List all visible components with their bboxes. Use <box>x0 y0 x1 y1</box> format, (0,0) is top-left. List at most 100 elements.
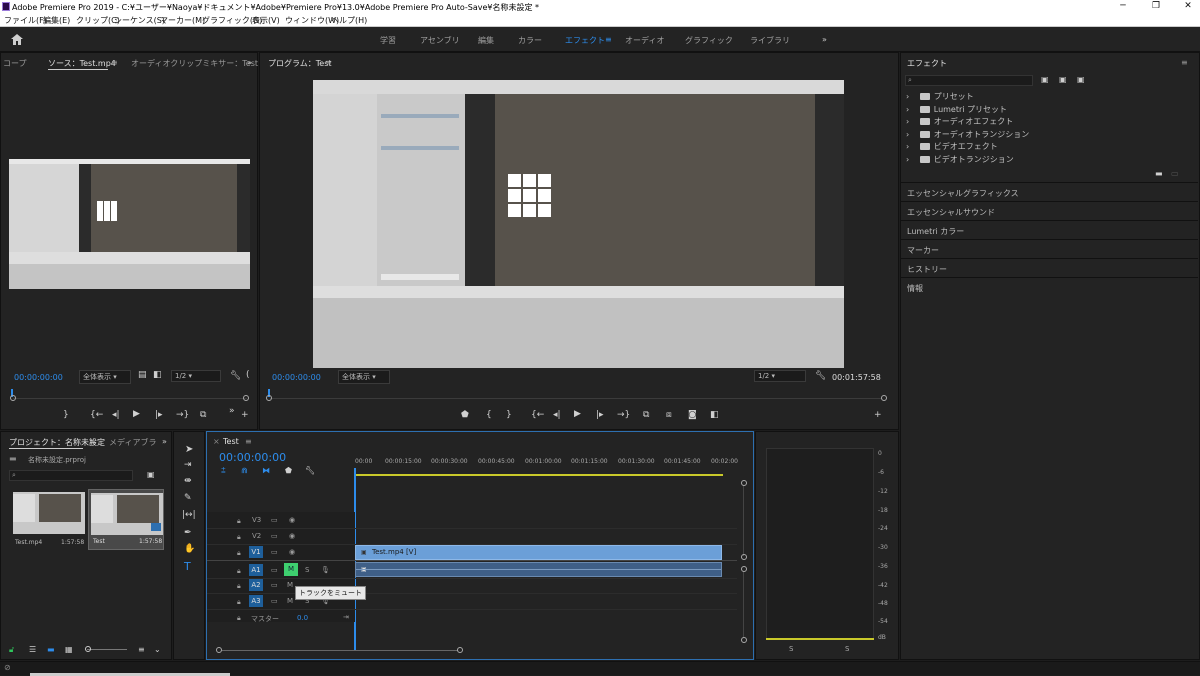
workspace-color[interactable]: カラー <box>518 35 542 46</box>
solo-left-button[interactable]: S <box>789 645 793 653</box>
tab-menu-icon[interactable]: ≡ <box>89 437 96 446</box>
track-label-v2[interactable]: V2 <box>252 532 261 540</box>
fit-icon[interactable]: ▤ <box>138 370 147 380</box>
wrench-icon[interactable]: 🔧︎ <box>815 371 826 381</box>
lock-icon[interactable]: 🔒︎ <box>237 598 241 607</box>
section-essential-graphics[interactable]: エッセンシャルグラフィックス <box>900 182 1198 201</box>
time-ruler[interactable]: 00:00 00:00:15:00 00:00:30:00 00:00:45:0… <box>355 456 745 470</box>
freeform-view-icon[interactable]: ▦ <box>65 645 73 654</box>
play-button[interactable]: ▶ <box>133 409 140 419</box>
go-to-out-button[interactable]: →} <box>617 410 630 420</box>
add-marker-icon[interactable]: ⬟ <box>285 466 292 475</box>
workspace-effects[interactable]: エフェクト <box>565 35 605 46</box>
go-to-in-button[interactable]: {← <box>531 410 544 420</box>
list-view-icon[interactable]: ☰ <box>29 645 36 654</box>
sync-lock-icon[interactable]: ▭ <box>271 581 278 589</box>
mute-button-a1[interactable]: M <box>284 563 298 576</box>
razor-tool-icon[interactable]: ✎ <box>184 493 192 503</box>
source-timecode[interactable]: 00:00:00:00 <box>14 373 63 382</box>
zoom-slider[interactable] <box>87 649 127 650</box>
lock-icon[interactable]: 🔒︎ <box>237 582 241 591</box>
vertical-scrollbar[interactable] <box>743 572 744 638</box>
mark-in-button[interactable]: { <box>486 410 492 420</box>
workspace-assembly[interactable]: アセンブリ <box>420 35 460 46</box>
new-bin-icon[interactable]: ▬ <box>1155 169 1163 178</box>
project-item-selected[interactable]: Test 1:57:58 <box>88 489 164 550</box>
effects-folder-audio-transitions[interactable]: › オーディオトランジション <box>906 129 1029 140</box>
add-button[interactable]: + <box>874 410 882 420</box>
add-button[interactable]: + <box>241 410 249 420</box>
eye-icon[interactable]: ◉ <box>289 532 295 540</box>
program-zoom-select[interactable]: 全体表示 ▾ <box>338 370 390 384</box>
track-label-a3[interactable]: A3 <box>249 595 263 607</box>
video-clip[interactable]: ▣ Test.mp4 [V] <box>355 545 722 560</box>
section-lumetri-color[interactable]: Lumetri カラー <box>900 220 1198 239</box>
more-controls-button[interactable]: » <box>229 406 235 416</box>
vertical-scroll-handle[interactable] <box>741 637 747 643</box>
tab-sequence[interactable]: Test <box>223 437 239 446</box>
menu-sequence[interactable]: シーケンス(S) <box>114 15 165 26</box>
program-timecode[interactable]: 00:00:00:00 <box>272 373 321 382</box>
hand-tool-icon[interactable]: ✋ <box>184 544 195 554</box>
menu-edit[interactable]: 編集(E) <box>43 15 70 26</box>
go-to-in-button[interactable]: {← <box>90 410 103 420</box>
solo-right-button[interactable]: S <box>845 645 849 653</box>
effects-folder-audio-effects[interactable]: › オーディオエフェクト <box>906 116 1013 127</box>
horizontal-scrollbar[interactable] <box>222 650 458 651</box>
workspace-audio[interactable]: オーディオ <box>625 35 664 46</box>
tab-scopes[interactable]: コープ <box>3 58 27 69</box>
wrench-icon[interactable]: 🔧︎ <box>230 371 241 381</box>
icon-view-icon[interactable]: ▬ <box>47 645 55 654</box>
ripple-edit-tool-icon[interactable]: ⇼ <box>184 476 192 486</box>
project-item-thumbnail[interactable] <box>13 492 85 534</box>
new-bin-icon[interactable]: ▣ <box>147 470 155 479</box>
minimize-button[interactable]: ─ <box>1113 1 1133 11</box>
lock-icon[interactable]: 🔓︎ <box>9 645 14 655</box>
sync-lock-icon[interactable]: ▭ <box>271 597 278 605</box>
lock-icon[interactable]: 🔒︎ <box>237 517 241 526</box>
work-area-bar[interactable] <box>355 474 723 476</box>
snap-icon[interactable]: ⋒ <box>241 466 248 475</box>
effects-folder-video-effects[interactable]: › ビデオエフェクト <box>906 141 998 152</box>
lock-icon[interactable]: 🔒︎ <box>237 549 241 558</box>
master-value[interactable]: 0.0 <box>297 614 308 622</box>
insert-button[interactable]: ⧉ <box>200 410 206 420</box>
workspace-editing[interactable]: 編集 <box>478 35 494 46</box>
tab-source[interactable]: ソース：Test.mp4 <box>48 58 116 69</box>
sync-lock-icon[interactable]: ▭ <box>271 532 278 540</box>
vertical-scroll-handle[interactable] <box>741 480 747 486</box>
audio-clip[interactable]: ▣ <box>355 562 722 577</box>
step-forward-button[interactable]: |▸ <box>155 410 163 420</box>
linked-selection-icon[interactable]: ⧓ <box>262 466 270 475</box>
pen-tool-icon[interactable]: ✒ <box>184 528 192 538</box>
dropdown-icon[interactable]: ⌄ <box>154 645 161 654</box>
camera-icon[interactable]: ◙ <box>688 410 697 420</box>
track-label-a1[interactable]: A1 <box>249 564 263 576</box>
program-scrub-bar[interactable] <box>270 398 882 399</box>
effects-folder-presets[interactable]: › プリセット <box>906 91 974 102</box>
tab-audio-clip-mixer[interactable]: オーディオクリップミキサー：Test <box>131 58 258 69</box>
workspace-learn[interactable]: 学習 <box>380 35 396 46</box>
step-forward-button[interactable]: |▸ <box>596 410 604 420</box>
timeline-timecode[interactable]: 00:00:00:00 <box>219 451 286 464</box>
sort-icon[interactable]: ≡ <box>138 645 145 654</box>
vertical-scroll-handle[interactable] <box>741 566 747 572</box>
program-resolution-select[interactable]: 1/2 ▾ <box>754 370 806 382</box>
tab-menu-icon[interactable]: ≡ <box>325 58 332 67</box>
lock-icon[interactable]: 🔒︎ <box>237 533 241 542</box>
workspace-menu-icon[interactable]: ≡ <box>605 35 612 44</box>
type-tool-icon[interactable]: T <box>184 560 191 573</box>
mic-icon[interactable]: 🎙︎ <box>321 566 330 574</box>
tab-menu-icon[interactable]: ≡ <box>245 437 252 446</box>
eye-icon[interactable]: ◉ <box>289 548 295 556</box>
tab-program[interactable]: プログラム：Test <box>268 58 332 69</box>
export-frame-icon[interactable]: ◧ <box>153 370 162 380</box>
menu-help[interactable]: ヘルプ(H) <box>331 15 367 26</box>
step-back-button[interactable]: ◂| <box>553 410 561 420</box>
zoom-slider-handle[interactable] <box>85 646 91 652</box>
menu-file[interactable]: ファイル(F) <box>4 15 47 26</box>
mute-button-a3[interactable]: M <box>287 597 293 605</box>
step-back-button[interactable]: ◂| <box>112 410 120 420</box>
section-history[interactable]: ヒストリー <box>900 258 1198 277</box>
lock-icon[interactable]: 🔒︎ <box>237 567 241 576</box>
